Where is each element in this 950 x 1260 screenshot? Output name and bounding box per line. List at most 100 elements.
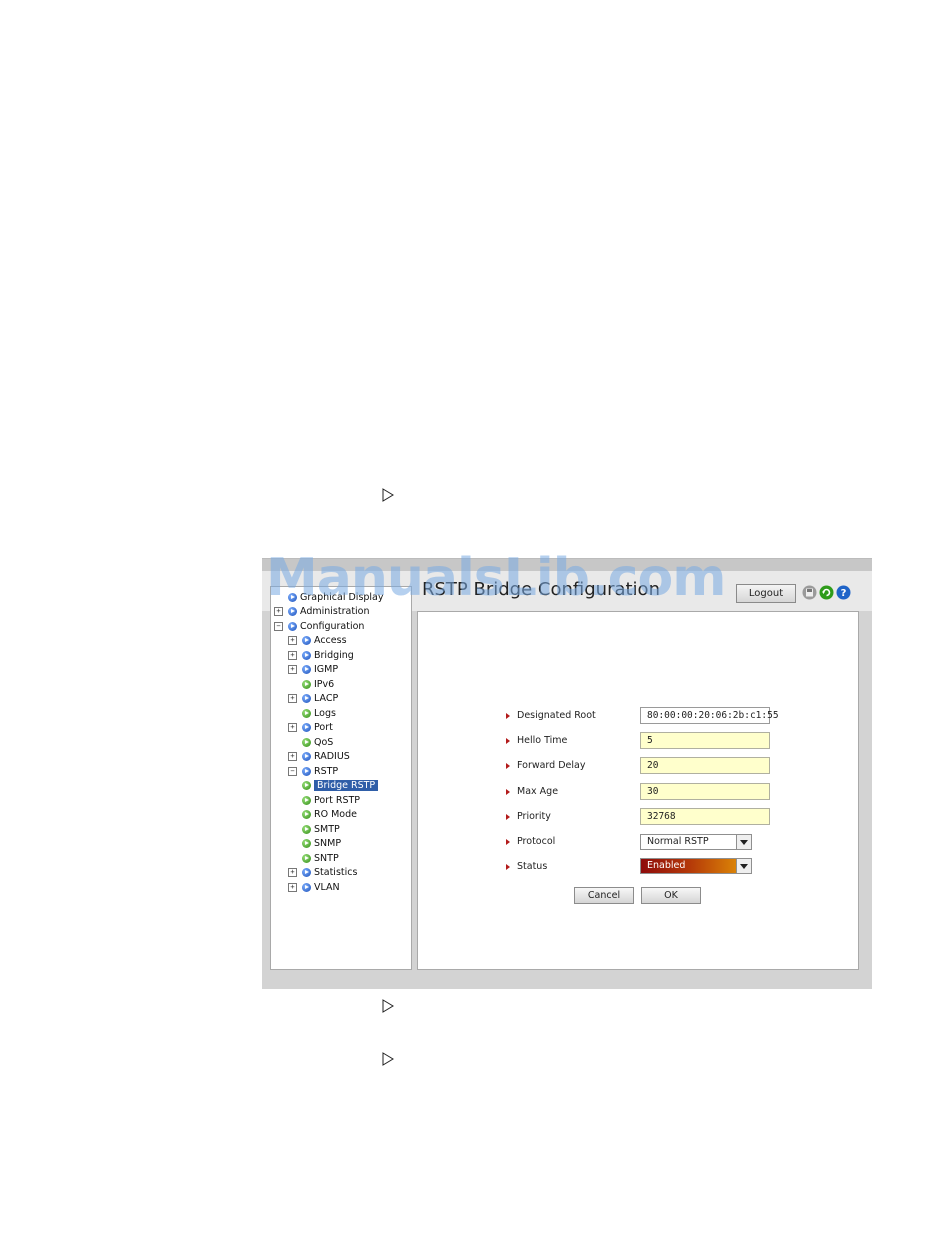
expand-icon[interactable]: + [288, 636, 297, 645]
arrow-bullet-icon [506, 762, 510, 769]
forward-delay-label: Forward Delay [506, 760, 585, 771]
nav-item-label: Statistics [314, 867, 358, 878]
nav-item-label: Graphical Display [300, 591, 384, 603]
arrow-bullet-icon [506, 788, 510, 795]
nav-item-statistics[interactable]: + Statistics [288, 866, 357, 880]
chevron-down-icon[interactable] [736, 859, 751, 873]
arrow-bullet-icon [506, 838, 510, 845]
page-arrow-icon [302, 810, 311, 819]
expand-icon[interactable]: + [288, 882, 297, 892]
nav-item-bridge-rstp[interactable]: Bridge RSTP [302, 779, 379, 793]
page-arrow-icon [302, 737, 311, 747]
procedure-step-triangle-icon [381, 1052, 395, 1066]
folder-arrow-icon [288, 607, 297, 616]
nav-item-label: SMTP [314, 823, 340, 835]
nav-item-label: Bridging [314, 649, 354, 661]
priority-input[interactable]: 32768 [640, 808, 770, 825]
nav-item-access[interactable]: + Access [288, 634, 347, 648]
nav-item-port[interactable]: + Port [288, 721, 333, 735]
nav-item-label: RSTP [314, 765, 339, 777]
expand-icon[interactable]: + [274, 607, 283, 616]
expand-icon[interactable]: + [288, 723, 297, 732]
nav-item-rstp[interactable]: − RSTP [288, 764, 338, 778]
navigation-tree: Graphical Display + Administration − Configu… [270, 586, 412, 970]
nav-item-label: SNMP [314, 838, 342, 849]
priority-label: Priority [506, 811, 551, 822]
status-select[interactable]: Enabled [640, 858, 752, 874]
nav-item-label: RO Mode [314, 809, 357, 820]
nav-item-bridging[interactable]: + Bridging [288, 648, 354, 662]
expand-icon[interactable]: + [288, 694, 297, 703]
logout-button[interactable]: Logout [736, 584, 796, 603]
arrow-bullet-icon [506, 737, 510, 744]
nav-item-ipv6[interactable]: IPv6 [288, 677, 334, 691]
protocol-select[interactable]: Normal RSTP [640, 834, 752, 850]
nav-item-label: SNTP [314, 852, 339, 864]
nav-item-graphical-display[interactable]: Graphical Display [274, 590, 384, 604]
nav-item-lacp[interactable]: + LACP [288, 692, 338, 706]
folder-arrow-icon [302, 650, 311, 660]
protocol-selected-value: Normal RSTP [647, 836, 709, 847]
nav-item-label: Configuration [300, 620, 365, 632]
nav-item-label: Port RSTP [314, 794, 361, 806]
page-arrow-icon [302, 781, 311, 790]
folder-arrow-icon [302, 766, 311, 776]
arrow-bullet-icon [506, 712, 510, 719]
max-age-input[interactable]: 30 [640, 783, 770, 800]
folder-arrow-icon [302, 636, 311, 645]
nav-item-label: Logs [314, 707, 336, 719]
page-arrow-icon [302, 853, 311, 863]
top-band [262, 559, 872, 571]
page-arrow-icon [302, 679, 311, 689]
status-label: Status [506, 861, 547, 872]
expand-icon[interactable]: + [288, 650, 297, 660]
ok-button[interactable]: OK [641, 887, 701, 904]
folder-arrow-icon [302, 868, 311, 877]
designated-root-label: Designated Root [506, 710, 596, 721]
max-age-label: Max Age [506, 786, 558, 797]
nav-item-label: LACP [314, 693, 339, 704]
nav-item-smtp[interactable]: SMTP [288, 822, 340, 836]
content-panel: Designated Root 80:00:00:20:06:2b:c1:55 … [417, 611, 859, 970]
arrow-bullet-icon [506, 813, 510, 820]
nav-item-label: VLAN [314, 881, 340, 893]
nav-item-ro-mode[interactable]: RO Mode [302, 808, 357, 822]
nav-item-vlan[interactable]: + VLAN [288, 880, 340, 894]
expand-icon[interactable]: + [288, 868, 297, 877]
folder-arrow-icon [302, 752, 311, 761]
svg-text:?: ? [841, 588, 847, 599]
refresh-icon[interactable] [819, 585, 834, 600]
page-arrow-icon [302, 839, 311, 848]
expand-icon[interactable]: + [288, 752, 297, 761]
designated-root-field: 80:00:00:20:06:2b:c1:55 [640, 707, 779, 724]
hello-time-input[interactable]: 5 [640, 732, 770, 749]
status-selected-value: Enabled [647, 860, 686, 871]
protocol-label: Protocol [506, 836, 555, 847]
nav-item-igmp[interactable]: + IGMP [288, 663, 338, 677]
forward-delay-input[interactable]: 20 [640, 757, 770, 774]
nav-item-logs[interactable]: Logs [288, 706, 336, 720]
folder-arrow-icon [302, 694, 311, 703]
nav-item-qos[interactable]: QoS [288, 735, 333, 749]
nav-item-sntp[interactable]: SNTP [288, 851, 339, 865]
procedure-step-triangle-icon [381, 999, 395, 1013]
nav-item-snmp[interactable]: SNMP [288, 837, 341, 851]
nav-item-configuration[interactable]: − Configuration [274, 619, 364, 633]
procedure-step-triangle-icon [381, 488, 395, 502]
page-title: RSTP Bridge Configuration [422, 579, 660, 600]
hello-time-label: Hello Time [506, 735, 567, 746]
collapse-icon[interactable]: − [288, 766, 297, 776]
expand-icon[interactable]: + [288, 665, 297, 674]
chevron-down-icon[interactable] [736, 835, 751, 849]
nav-item-label: Administration [300, 606, 370, 617]
nav-item-port-rstp[interactable]: Port RSTP [302, 793, 360, 807]
nav-item-label: RADIUS [314, 751, 350, 762]
nav-item-radius[interactable]: + RADIUS [288, 750, 350, 764]
help-icon[interactable]: ? [836, 585, 851, 600]
cancel-button[interactable]: Cancel [574, 887, 634, 904]
collapse-icon[interactable]: − [274, 621, 283, 631]
nav-item-administration[interactable]: + Administration [274, 605, 370, 619]
save-icon[interactable] [802, 585, 817, 600]
nav-item-label: QoS [314, 736, 334, 748]
folder-arrow-icon [288, 621, 297, 631]
